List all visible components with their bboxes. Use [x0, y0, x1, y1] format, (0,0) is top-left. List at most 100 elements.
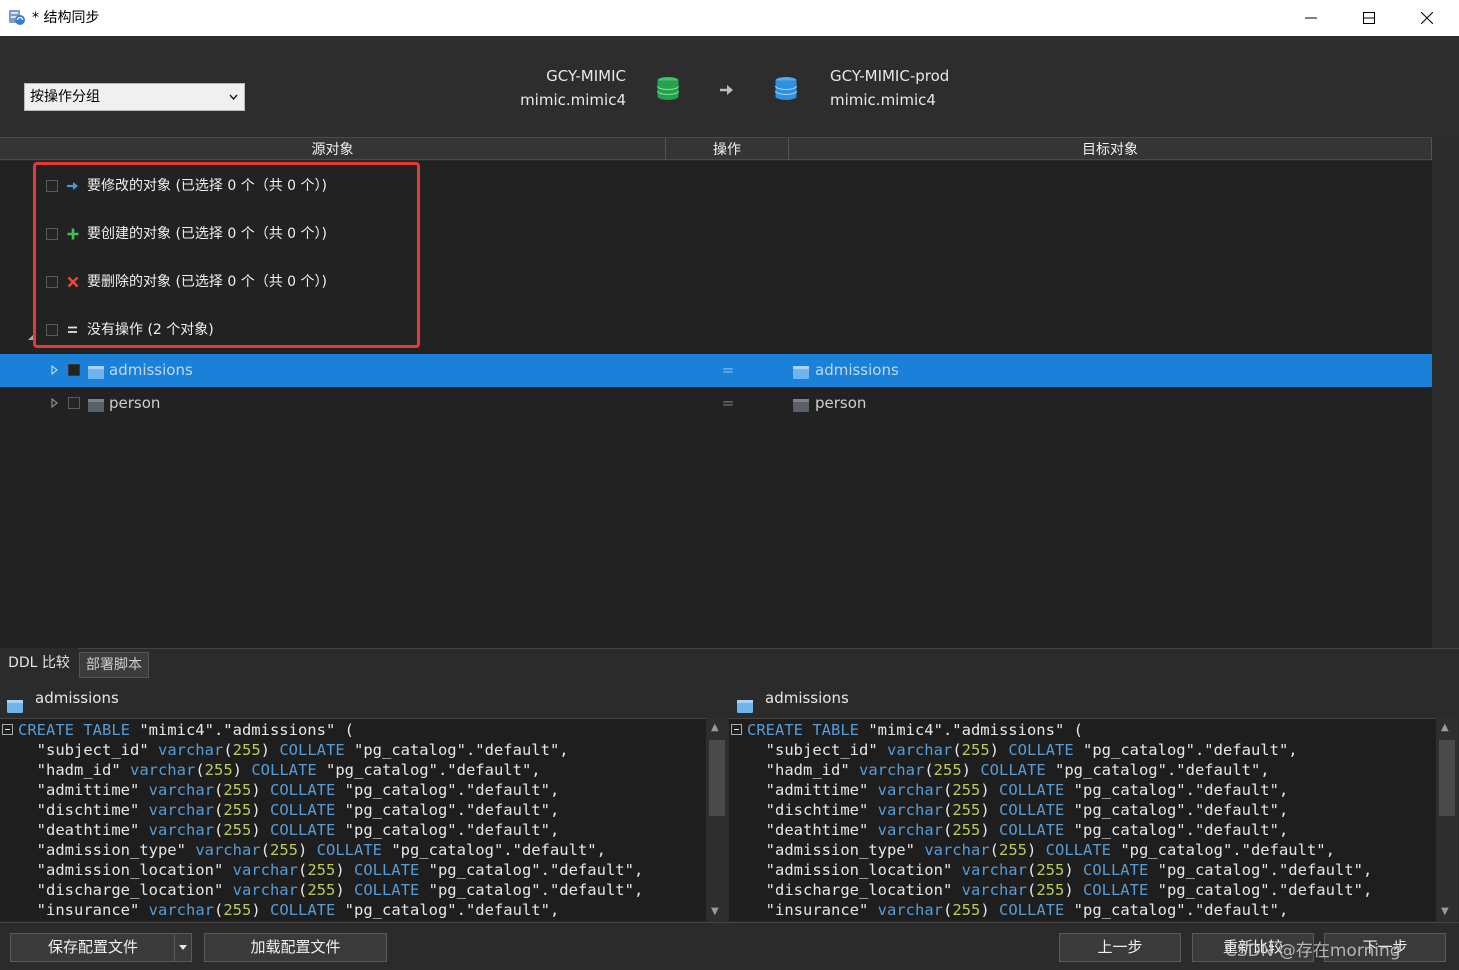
close-button[interactable] [1398, 0, 1456, 36]
code-text: ) [297, 841, 317, 859]
code-keyword: varchar [148, 821, 214, 839]
code-text: ( [260, 841, 270, 859]
tab-ddl-compare[interactable]: DDL 比较 [0, 648, 78, 678]
code-number: 255 [998, 841, 1027, 859]
tab-deploy-script[interactable]: 部署脚本 [79, 652, 149, 678]
code-text: "pg_catalog"."default", [1148, 861, 1373, 879]
minimize-button-real[interactable] [1282, 0, 1340, 36]
ddl-left-scrollbar[interactable]: ▲ ▼ [706, 718, 728, 921]
ddl-left-code: CREATE TABLE "mimic4"."admissions" ( "su… [18, 720, 643, 920]
code-keyword: COLLATE [251, 761, 317, 779]
save-profile-dropdown[interactable] [174, 933, 192, 962]
code-identifier: "hadm_id" [747, 761, 859, 779]
code-keyword: COLLATE [270, 901, 336, 919]
operation-equal: = [721, 361, 735, 379]
code-line: "admission_location" varchar(255) COLLAT… [747, 860, 1373, 880]
source-connection-name: GCY-MIMIC [546, 67, 626, 85]
code-text: ( [297, 861, 308, 879]
code-keyword: COLLATE [999, 801, 1065, 819]
load-profile-button[interactable]: 加载配置文件 [204, 933, 387, 962]
code-line: "admission_location" varchar(255) COLLAT… [18, 860, 644, 880]
code-keyword: varchar [858, 761, 925, 779]
title-bar [0, 0, 1459, 36]
code-keyword: varchar [924, 841, 990, 859]
code-number: 255 [952, 901, 981, 919]
table-icon [88, 365, 104, 379]
column-header-target[interactable]: 目标对象 [789, 138, 1432, 160]
code-keyword: COLLATE [999, 821, 1065, 839]
expand-triangle-icon[interactable] [50, 362, 60, 378]
code-keyword: COLLATE [1045, 841, 1111, 859]
caret-down-icon [179, 945, 187, 950]
table-row[interactable]: admissions = admissions [0, 354, 1432, 387]
ddl-right-scrollbar[interactable]: ▲ ▼ [1436, 718, 1458, 921]
fold-toggle-icon[interactable] [2, 724, 13, 735]
code-identifier: "discharge_location" [18, 881, 233, 899]
code-text: ) [251, 801, 270, 819]
column-header-operation[interactable]: 操作 [666, 138, 789, 160]
maximize-icon [1363, 12, 1375, 24]
code-text: ( [952, 741, 962, 759]
code-line: "deathtime" varchar(255) COLLATE "pg_cat… [18, 820, 643, 840]
save-profile-button[interactable]: 保存配置文件 [10, 933, 176, 962]
code-identifier: "subject_id" [18, 741, 158, 759]
code-text: ) [980, 781, 999, 799]
code-keyword: varchar [961, 861, 1027, 879]
code-number: 255 [223, 901, 252, 919]
code-line: CREATE TABLE "mimic4"."admissions" ( [18, 720, 643, 740]
code-number: 255 [232, 741, 261, 759]
scroll-thumb[interactable] [1439, 740, 1455, 816]
scroll-thumb[interactable] [709, 740, 725, 816]
table-row[interactable]: person = person [0, 387, 1432, 420]
code-line: "discharge_location" varchar(255) COLLAT… [747, 880, 1373, 900]
target-schema-name: mimic.mimic4 [830, 91, 936, 109]
code-text: ) [989, 741, 1009, 759]
code-text: ( [213, 801, 224, 819]
code-keyword: varchar [129, 761, 196, 779]
code-identifier: "admittime" [18, 781, 149, 799]
code-keyword: COLLATE [1082, 881, 1149, 899]
code-keyword: varchar [157, 741, 224, 759]
target-database-icon [774, 76, 798, 106]
expand-triangle-icon[interactable] [50, 395, 60, 411]
code-text: ) [232, 761, 252, 779]
code-identifier: "admittime" [747, 781, 878, 799]
code-keyword: COLLATE [316, 841, 382, 859]
code-identifier: "deathtime" [747, 821, 878, 839]
code-text: "pg_catalog"."default", [316, 761, 541, 779]
table-icon [737, 691, 753, 713]
code-text: ( [297, 881, 308, 899]
code-text: "pg_catalog"."default", [1045, 761, 1270, 779]
code-keyword: varchar [877, 901, 943, 919]
table-icon [88, 398, 104, 412]
code-text: ( [942, 801, 953, 819]
fold-toggle-icon[interactable] [731, 724, 742, 735]
column-header-source[interactable]: 源对象 [0, 138, 666, 160]
scroll-up-icon[interactable]: ▲ [711, 722, 719, 733]
code-line: "dischtime" varchar(255) COLLATE "pg_cat… [747, 800, 1372, 820]
row-checkbox[interactable] [68, 364, 80, 376]
code-line: "insurance" varchar(255) COLLATE "pg_cat… [747, 900, 1372, 920]
scroll-down-icon[interactable]: ▼ [711, 906, 719, 917]
code-text: ( [213, 781, 224, 799]
bottom-tab-bar [0, 648, 1459, 678]
code-keyword: varchar [232, 881, 298, 899]
ddl-left-editor[interactable]: CREATE TABLE "mimic4"."admissions" ( "su… [0, 718, 706, 921]
code-text: "mimic4"."admissions" ( [858, 721, 1083, 739]
maximize-button[interactable] [1340, 0, 1398, 36]
row-checkbox[interactable] [68, 397, 80, 409]
highlight-annotation-box [33, 162, 420, 348]
code-text: "pg_catalog"."default", [381, 841, 606, 859]
scroll-down-icon[interactable]: ▼ [1441, 906, 1449, 917]
code-number: 255 [307, 881, 336, 899]
code-line: "discharge_location" varchar(255) COLLAT… [18, 880, 644, 900]
code-text: "pg_catalog"."default", [1064, 781, 1289, 799]
code-text: "pg_catalog"."default", [419, 861, 644, 879]
scroll-up-icon[interactable]: ▲ [1441, 722, 1449, 733]
ddl-right-editor[interactable]: CREATE TABLE "mimic4"."admissions" ( "su… [729, 718, 1436, 921]
code-line: "admittime" varchar(255) COLLATE "pg_cat… [747, 780, 1372, 800]
ddl-right-title: admissions [765, 689, 849, 707]
code-number: 255 [269, 841, 298, 859]
group-by-select[interactable]: 按操作分组 [24, 83, 245, 111]
previous-step-button[interactable]: 上一步 [1059, 933, 1181, 962]
